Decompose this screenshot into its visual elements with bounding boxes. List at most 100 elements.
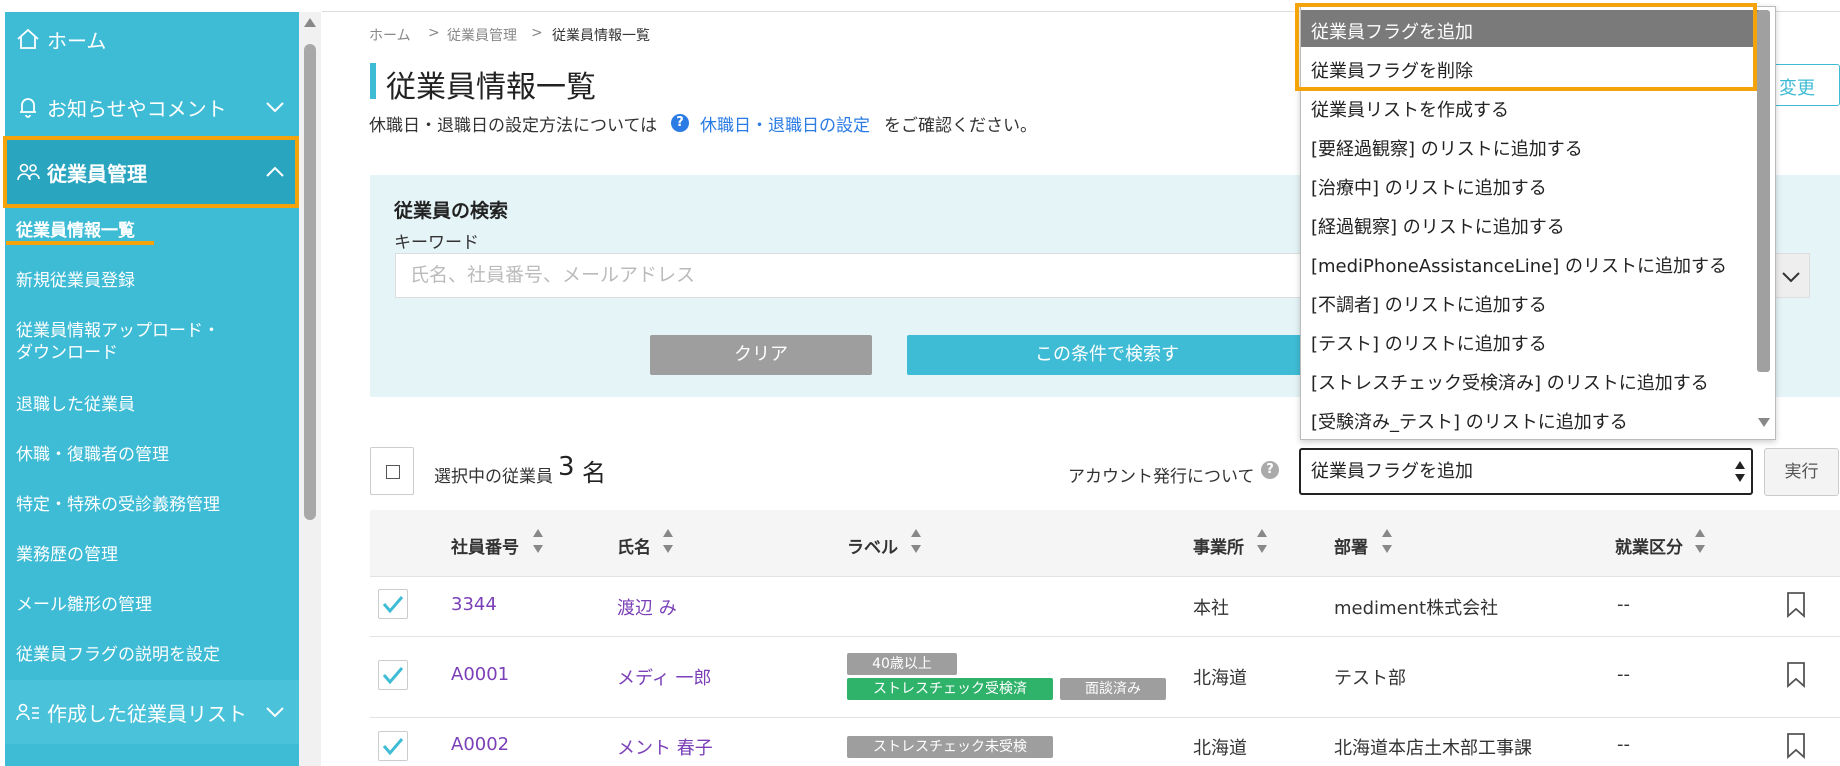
bell-icon bbox=[20, 98, 36, 118]
dropdown-option[interactable]: 従業員リストを作成する bbox=[1311, 96, 1509, 122]
sort-icon[interactable] bbox=[910, 526, 922, 556]
sidebar-item-home[interactable]: ホーム bbox=[5, 12, 299, 66]
search-filter-toggle[interactable] bbox=[1770, 253, 1810, 298]
note-link[interactable]: 休職日・退職日の設定 bbox=[700, 111, 870, 136]
employee-id[interactable]: 3344 bbox=[451, 594, 497, 615]
highlight-box bbox=[3, 136, 299, 208]
bookmark-icon[interactable] bbox=[1785, 591, 1807, 619]
dropdown-scrollbar-thumb[interactable] bbox=[1757, 10, 1770, 372]
sidebar-subitem-mail-template[interactable]: メール雛形の管理 bbox=[16, 590, 152, 615]
office: 北海道 bbox=[1193, 738, 1247, 759]
dropdown-option[interactable]: [mediPhoneAssistanceLine] のリストに追加する bbox=[1311, 252, 1727, 278]
sidebar-item-notices[interactable]: お知らせやコメント bbox=[5, 80, 299, 134]
select-down-icon bbox=[1735, 474, 1745, 482]
sort-icon[interactable] bbox=[532, 526, 544, 556]
person-list-icon bbox=[16, 703, 39, 721]
office: 本社 bbox=[1193, 598, 1229, 619]
employee-name[interactable]: メント 春子 bbox=[617, 734, 713, 760]
highlight-box bbox=[1295, 3, 1757, 91]
exec-button[interactable]: 実行 bbox=[1764, 448, 1839, 496]
chevron-down-icon bbox=[266, 707, 284, 718]
chevron-down-icon bbox=[266, 102, 284, 113]
sidebar-subitem-employee-list[interactable]: 従業員情報一覧 bbox=[16, 216, 135, 241]
keyword-input[interactable]: 氏名、社員番号、メールアドレス bbox=[395, 253, 1315, 298]
sidebar-subitem-upload-download-2[interactable]: ダウンロード bbox=[16, 338, 118, 363]
column-header-id[interactable]: 社員番号 bbox=[451, 533, 519, 558]
row-checkbox[interactable] bbox=[378, 731, 408, 761]
dropdown-option[interactable]: [要経過観察] のリストに追加する bbox=[1311, 135, 1583, 161]
question-icon: ? bbox=[671, 114, 689, 132]
active-underline bbox=[6, 241, 154, 245]
bookmark-icon[interactable] bbox=[1785, 661, 1807, 689]
sidebar-subitem-work-history[interactable]: 業務歴の管理 bbox=[16, 540, 118, 565]
sort-icon[interactable] bbox=[1694, 526, 1706, 556]
sidebar-subitem-special-exam[interactable]: 特定・特殊の受診義務管理 bbox=[16, 490, 220, 515]
breadcrumb-separator: > bbox=[428, 25, 440, 41]
column-header-name[interactable]: 氏名 bbox=[617, 533, 651, 558]
work-type: -- bbox=[1617, 664, 1630, 685]
help-icon[interactable]: ? bbox=[1261, 461, 1279, 479]
row-divider bbox=[370, 636, 1840, 637]
column-header-office[interactable]: 事業所 bbox=[1193, 533, 1244, 558]
employee-id[interactable]: A0002 bbox=[451, 734, 509, 755]
sort-icon[interactable] bbox=[662, 526, 674, 556]
office: 北海道 bbox=[1193, 668, 1247, 689]
note-suffix: をご確認ください。 bbox=[884, 116, 1037, 136]
action-select-value: 従業員フラグを追加 bbox=[1311, 461, 1473, 482]
row-checkbox[interactable] bbox=[378, 660, 408, 690]
title-accent-bar bbox=[370, 63, 376, 99]
action-select[interactable]: 従業員フラグを追加 bbox=[1299, 448, 1753, 495]
select-up-icon bbox=[1735, 461, 1745, 469]
home-icon bbox=[17, 28, 39, 49]
breadcrumb-separator: > bbox=[531, 25, 543, 41]
work-type: -- bbox=[1617, 594, 1630, 615]
row-divider bbox=[370, 717, 1840, 718]
sidebar-subitem-retired[interactable]: 退職した従業員 bbox=[16, 390, 135, 415]
selected-count: 3 bbox=[558, 452, 575, 482]
change-button-label: 変更 bbox=[1779, 78, 1815, 99]
clear-button[interactable]: クリア bbox=[650, 335, 872, 375]
sidebar-scrollbar-thumb[interactable] bbox=[304, 44, 316, 520]
checkmark-icon bbox=[382, 667, 404, 685]
select-all-checkbox-wrap[interactable] bbox=[370, 447, 414, 495]
scroll-down-arrow-icon[interactable] bbox=[1758, 418, 1770, 427]
dropdown-option[interactable]: [治療中] のリストに追加する bbox=[1311, 174, 1547, 200]
search-button[interactable]: この条件で検索す bbox=[907, 335, 1307, 375]
checkmark-icon bbox=[382, 738, 404, 756]
dropdown-option[interactable]: [経過観察] のリストに追加する bbox=[1311, 213, 1565, 239]
sidebar-subitem-flag-desc[interactable]: 従業員フラグの説明を設定 bbox=[16, 640, 220, 665]
column-header-type[interactable]: 就業区分 bbox=[1615, 533, 1683, 558]
keyword-label: キーワード bbox=[394, 233, 479, 253]
row-checkbox[interactable] bbox=[378, 589, 408, 619]
department: mediment株式会社 bbox=[1334, 598, 1499, 619]
column-header-dept[interactable]: 部署 bbox=[1334, 533, 1368, 558]
dropdown-option[interactable]: [受験済み_テスト] のリストに追加する bbox=[1311, 408, 1628, 434]
label-tag: ストレスチェック受検済 bbox=[847, 678, 1053, 700]
sidebar-item-label: ホーム bbox=[47, 28, 107, 53]
sort-icon[interactable] bbox=[1256, 526, 1268, 556]
column-header-label[interactable]: ラベル bbox=[847, 533, 898, 558]
employee-name[interactable]: メディ 一郎 bbox=[617, 664, 711, 690]
dropdown-option[interactable]: [テスト] のリストに追加する bbox=[1311, 330, 1547, 356]
sort-icon[interactable] bbox=[1381, 526, 1393, 556]
bookmark-icon[interactable] bbox=[1785, 732, 1807, 760]
sidebar-subitem-new-employee[interactable]: 新規従業員登録 bbox=[16, 266, 135, 291]
breadcrumb-current: 従業員情報一覧 bbox=[552, 28, 650, 44]
work-type: -- bbox=[1617, 734, 1630, 755]
breadcrumb-home[interactable]: ホーム bbox=[369, 25, 411, 45]
sidebar-item-created-lists[interactable]: 作成した従業員リスト bbox=[5, 680, 299, 744]
breadcrumb-employee-mgmt[interactable]: 従業員管理 bbox=[447, 25, 517, 45]
employee-name[interactable]: 渡辺 み bbox=[617, 594, 677, 620]
department: 北海道本店土木部工事課 bbox=[1334, 738, 1532, 759]
account-label: アカウント発行について bbox=[1068, 467, 1255, 487]
page-title: 従業員情報一覧 bbox=[386, 70, 596, 105]
scroll-up-arrow-icon[interactable] bbox=[304, 18, 316, 27]
dropdown-option[interactable]: [不調者] のリストに追加する bbox=[1311, 291, 1547, 317]
checkmark-icon bbox=[382, 596, 404, 614]
select-all-checkbox[interactable] bbox=[386, 465, 400, 479]
employee-id[interactable]: A0001 bbox=[451, 664, 509, 685]
dropdown-option[interactable]: [ストレスチェック受検済み] のリストに追加する bbox=[1311, 369, 1709, 395]
selected-unit: 名 bbox=[582, 459, 606, 487]
sidebar-subitem-leave[interactable]: 休職・復職者の管理 bbox=[16, 440, 169, 465]
note-prefix: 休職日・退職日の設定方法については bbox=[369, 116, 658, 136]
